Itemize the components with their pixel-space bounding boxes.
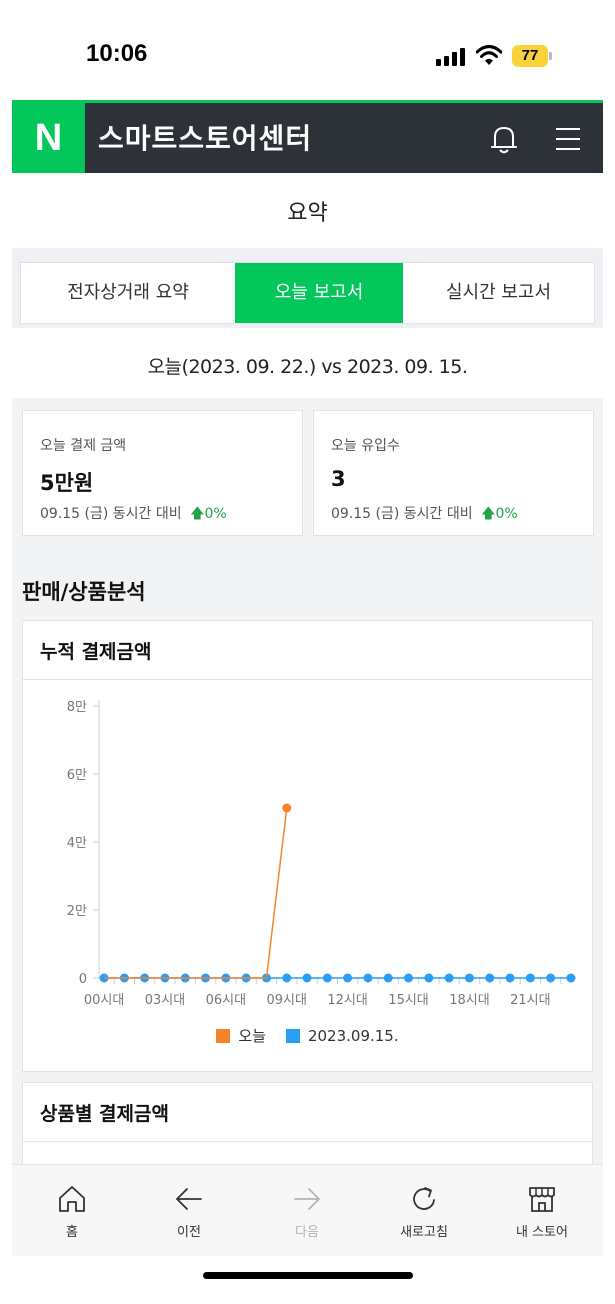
section-title: 판매/상품분석 bbox=[22, 580, 146, 604]
arrow-left-icon bbox=[176, 1188, 202, 1210]
y-tick-label: 8만 bbox=[67, 700, 87, 715]
report-tabs: 전자상거래 요약 오늘 보고서 실시간 보고서 bbox=[20, 262, 595, 324]
card-label: 오늘 결제 금액 bbox=[40, 438, 127, 454]
data-point-compare bbox=[525, 973, 535, 983]
legend-swatch bbox=[285, 1028, 300, 1043]
card-value: 5만원 bbox=[40, 471, 94, 495]
data-point-compare bbox=[485, 973, 495, 983]
payment-amount-card: 오늘 결제 금액 5만원 09.15 (금) 동시간 대비 🡅0% bbox=[22, 410, 303, 536]
cumulative-payment-chart: 0 2만 4만 6만 8만 00시대 03시대 06시대 09시대 12시대 15시대 18시대 21시… bbox=[67, 700, 576, 1008]
y-tick-label: 6만 bbox=[67, 768, 87, 783]
nav-label: 내 스토어 bbox=[516, 1225, 568, 1240]
data-point-compare bbox=[322, 973, 332, 983]
nav-home-button[interactable]: 홈 bbox=[32, 1183, 112, 1240]
data-point-compare bbox=[566, 973, 576, 983]
cumulative-payment-chart-card: 누적 결제금액 0 2만 4만 6만 8만 00시대 03시대 06시대 09시대 12시대 15시… bbox=[22, 620, 593, 1072]
x-tick-label: 21시대 bbox=[510, 993, 550, 1008]
legend-item-today[interactable]: 오늘 bbox=[216, 1025, 266, 1046]
chart-legend: 오늘 2023.09.15. bbox=[23, 1025, 592, 1046]
x-tick-label: 12시대 bbox=[327, 993, 367, 1008]
legend-swatch bbox=[216, 1028, 231, 1043]
page-title: 요약 bbox=[287, 201, 328, 226]
tab-today-report[interactable]: 오늘 보고서 bbox=[235, 263, 403, 323]
bottom-nav: 홈 이전 다음 새로고침 내 스토어 bbox=[12, 1164, 603, 1256]
card-label: 오늘 유입수 bbox=[331, 438, 400, 454]
status-time: 10:06 bbox=[86, 40, 148, 67]
data-point-compare bbox=[383, 973, 393, 983]
data-point-compare bbox=[302, 973, 312, 983]
x-tick-label: 09시대 bbox=[267, 993, 307, 1008]
tab-ecommerce-summary[interactable]: 전자상거래 요약 bbox=[21, 263, 235, 323]
arrow-right-icon bbox=[294, 1188, 320, 1210]
wifi-icon bbox=[476, 45, 502, 65]
legend-item-compare[interactable]: 2023.09.15. bbox=[285, 1026, 399, 1045]
refresh-icon bbox=[413, 1187, 435, 1210]
cellular-signal-icon bbox=[436, 48, 468, 66]
up-arrow-icon: 🡅 bbox=[190, 506, 205, 522]
nav-label: 새로고침 bbox=[400, 1225, 448, 1240]
series-line-today bbox=[104, 807, 288, 979]
y-tick-label: 0 bbox=[79, 972, 87, 987]
data-point-today bbox=[282, 803, 292, 813]
card-comparison: 09.15 (금) 동시간 대비 🡅0% bbox=[331, 503, 518, 527]
data-point-compare bbox=[282, 973, 292, 983]
data-point-compare bbox=[404, 973, 414, 983]
data-point-compare bbox=[444, 973, 454, 983]
chart-title: 누적 결제금액 bbox=[40, 641, 152, 663]
nav-back-button[interactable]: 이전 bbox=[149, 1183, 229, 1240]
y-tick-label: 2만 bbox=[67, 904, 87, 919]
data-point-compare bbox=[343, 973, 353, 983]
home-indicator bbox=[203, 1272, 413, 1279]
battery-level: 77 bbox=[512, 45, 548, 67]
hamburger-menu-icon[interactable] bbox=[556, 127, 580, 151]
app-title: 스마트스토어센터 bbox=[98, 122, 313, 155]
naver-logo[interactable]: N bbox=[12, 103, 85, 173]
data-point-compare bbox=[505, 973, 515, 983]
store-icon bbox=[529, 1187, 555, 1212]
tab-realtime-report[interactable]: 실시간 보고서 bbox=[403, 263, 594, 323]
nav-label: 홈 bbox=[66, 1225, 78, 1240]
x-tick-label: 18시대 bbox=[449, 993, 489, 1008]
report-content: 오늘 결제 금액 5만원 09.15 (금) 동시간 대비 🡅0% 오늘 유입수… bbox=[12, 398, 603, 1182]
change-percent: 0% bbox=[204, 506, 227, 522]
comparison-text: 09.15 (금) 동시간 대비 bbox=[40, 506, 182, 522]
card-value: 3 bbox=[331, 467, 346, 491]
home-icon bbox=[59, 1186, 85, 1212]
comparison-text: 09.15 (금) 동시간 대비 bbox=[331, 506, 473, 522]
battery-icon: 77 bbox=[512, 45, 552, 67]
data-point-compare bbox=[546, 973, 556, 983]
divider bbox=[23, 1141, 592, 1142]
change-percent: 0% bbox=[495, 506, 518, 522]
x-tick-label: 00시대 bbox=[84, 993, 124, 1008]
legend-label: 오늘 bbox=[238, 1027, 266, 1045]
data-point-compare bbox=[424, 973, 434, 983]
product-card-title: 상품별 결제금액 bbox=[40, 1103, 169, 1125]
report-tabs-container: 전자상거래 요약 오늘 보고서 실시간 보고서 bbox=[12, 248, 603, 328]
nav-label: 이전 bbox=[177, 1225, 201, 1240]
nav-refresh-button[interactable]: 새로고침 bbox=[384, 1183, 464, 1240]
x-tick-label: 06시대 bbox=[206, 993, 246, 1008]
card-comparison: 09.15 (금) 동시간 대비 🡅0% bbox=[40, 503, 227, 527]
compare-date-title: 오늘(2023. 09. 22.) vs 2023. 09. 15. bbox=[147, 356, 468, 378]
data-point-compare bbox=[464, 973, 474, 983]
bell-icon[interactable] bbox=[490, 123, 518, 155]
nav-my-store-button[interactable]: 내 스토어 bbox=[502, 1183, 582, 1240]
x-tick-label: 15시대 bbox=[388, 993, 428, 1008]
x-tick-label: 03시대 bbox=[145, 993, 185, 1008]
y-tick-label: 4만 bbox=[67, 836, 87, 851]
up-arrow-icon: 🡅 bbox=[481, 506, 496, 522]
visits-card: 오늘 유입수 3 09.15 (금) 동시간 대비 🡅0% bbox=[313, 410, 594, 536]
legend-label: 2023.09.15. bbox=[307, 1026, 399, 1045]
data-point-compare bbox=[363, 973, 373, 983]
status-bar: 10:06 77 bbox=[0, 0, 615, 100]
app-header: N 스마트스토어센터 bbox=[12, 100, 603, 173]
nav-forward-button[interactable]: 다음 bbox=[267, 1183, 347, 1240]
nav-label: 다음 bbox=[295, 1225, 319, 1240]
